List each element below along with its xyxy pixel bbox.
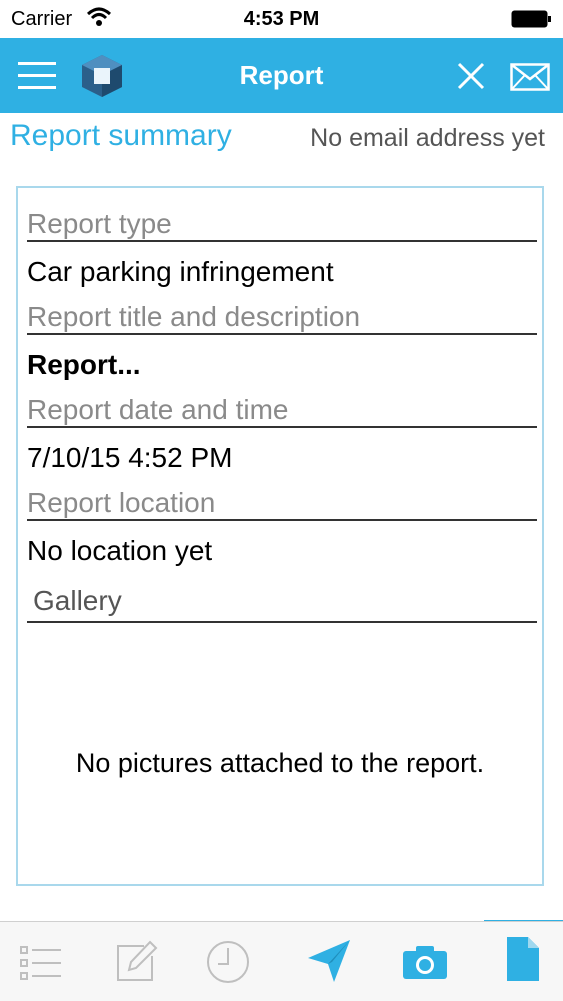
gallery-label: Gallery	[27, 571, 537, 623]
send-icon	[308, 940, 350, 982]
tab-bar	[0, 921, 563, 1001]
close-icon[interactable]	[457, 62, 485, 90]
tab-list[interactable]	[0, 922, 94, 1001]
navigation-bar: Report	[0, 38, 563, 113]
camera-icon	[403, 946, 447, 979]
status-time: 4:53 PM	[243, 8, 320, 30]
mail-icon[interactable]	[510, 63, 550, 91]
tab-edit[interactable]	[94, 922, 188, 1001]
document-icon	[507, 937, 539, 981]
report-type-label: Report type	[27, 190, 537, 242]
list-icon	[20, 946, 61, 980]
report-title-label: Report title and description	[27, 283, 537, 335]
report-location-value[interactable]: No location yet	[27, 535, 537, 567]
edit-icon	[117, 940, 158, 981]
battery-icon	[511, 10, 551, 28]
tab-camera[interactable]	[376, 922, 470, 1001]
clock-icon	[207, 941, 249, 983]
status-bar: Carrier 4:53 PM	[0, 0, 563, 38]
summary-header: Report summary No email address yet	[0, 113, 563, 163]
email-status: No email address yet	[310, 124, 545, 152]
report-card: Report type Car parking infringement Rep…	[16, 186, 544, 886]
tab-send[interactable]	[282, 922, 376, 1001]
report-date-label: Report date and time	[27, 376, 537, 428]
tab-history[interactable]	[188, 922, 282, 1001]
summary-title: Report summary	[10, 119, 232, 152]
gallery-empty-message: No pictures attached to the report.	[75, 748, 485, 778]
tab-document[interactable]	[470, 922, 563, 1001]
report-location-label: Report location	[27, 469, 537, 521]
